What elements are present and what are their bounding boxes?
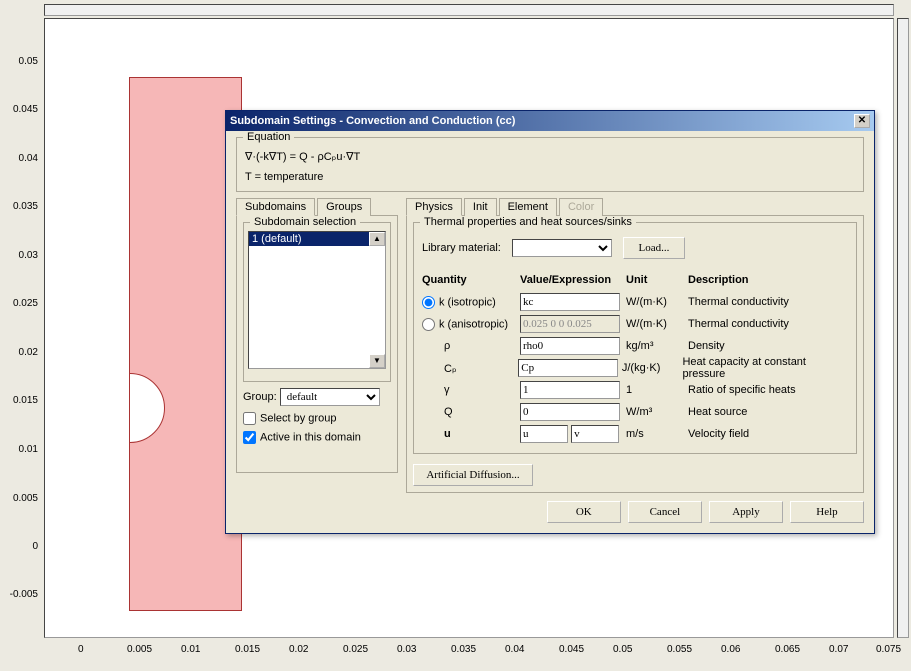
x-tick: 0.005	[127, 644, 152, 655]
desc-u: Velocity field	[688, 428, 749, 440]
input-gamma[interactable]	[520, 381, 620, 399]
apply-button[interactable]: Apply	[709, 501, 783, 523]
desc-q: Heat source	[688, 406, 747, 418]
desc-kani: Thermal conductivity	[688, 318, 789, 330]
close-button[interactable]: ✕	[854, 114, 870, 128]
hdr-quantity: Quantity	[422, 274, 520, 286]
y-tick: 0.05	[0, 56, 38, 67]
desc-rho: Density	[688, 340, 725, 352]
group-select[interactable]: default	[280, 388, 380, 406]
artificial-diffusion-button[interactable]: Artificial Diffusion...	[413, 464, 533, 486]
subdomain-list[interactable]: 1 (default) ▲ ▼	[248, 231, 386, 369]
input-v[interactable]	[571, 425, 619, 443]
y-tick: 0.01	[0, 444, 38, 455]
x-tick: 0.045	[559, 644, 584, 655]
tab-subdomains[interactable]: Subdomains	[236, 198, 315, 216]
y-tick: 0	[0, 541, 38, 552]
domain-cutout	[129, 373, 165, 443]
label-q: Q	[422, 406, 520, 418]
hdr-unit: Unit	[626, 274, 688, 286]
input-cp[interactable]	[518, 359, 618, 377]
y-tick: 0.03	[0, 250, 38, 261]
x-tick: 0.05	[613, 644, 632, 655]
y-tick: 0.035	[0, 201, 38, 212]
subdomain-selection-legend: Subdomain selection	[250, 216, 360, 228]
unit-u: m/s	[626, 428, 688, 440]
x-tick: 0.06	[721, 644, 740, 655]
list-item[interactable]: 1 (default)	[249, 232, 385, 246]
unit-gamma: 1	[626, 384, 688, 396]
tab-physics[interactable]: Physics	[406, 198, 462, 216]
input-k-isotropic[interactable]	[520, 293, 620, 311]
label-gamma: γ	[422, 384, 520, 396]
input-u[interactable]	[520, 425, 568, 443]
unit-kiso: W/(m·K)	[626, 296, 688, 308]
equation-legend: Equation	[243, 131, 294, 143]
x-tick: 0.07	[829, 644, 848, 655]
thermal-props-legend: Thermal properties and heat sources/sink…	[420, 216, 636, 228]
desc-cp: Heat capacity at constant pressure	[682, 356, 848, 380]
library-material-select[interactable]	[512, 239, 612, 257]
x-tick: 0.03	[397, 644, 416, 655]
y-tick: 0.04	[0, 153, 38, 164]
y-tick: 0.025	[0, 298, 38, 309]
x-tick: 0.04	[505, 644, 524, 655]
dialog-title: Subdomain Settings - Convection and Cond…	[230, 115, 515, 127]
y-tick: 0.045	[0, 104, 38, 115]
label-u: u	[422, 428, 520, 440]
dialog-titlebar[interactable]: Subdomain Settings - Convection and Cond…	[226, 111, 874, 131]
y-tick: 0.005	[0, 493, 38, 504]
tab-groups[interactable]: Groups	[317, 198, 371, 216]
x-tick: 0	[78, 644, 84, 655]
input-rho[interactable]	[520, 337, 620, 355]
x-tick: 0.02	[289, 644, 308, 655]
y-tick: 0.02	[0, 347, 38, 358]
x-tick: 0.055	[667, 644, 692, 655]
x-tick: 0.015	[235, 644, 260, 655]
library-material-label: Library material:	[422, 242, 501, 254]
chk-select-by-group[interactable]: Select by group	[243, 412, 336, 425]
tab-element[interactable]: Element	[499, 198, 557, 216]
desc-kiso: Thermal conductivity	[688, 296, 789, 308]
unit-q: W/m³	[626, 406, 688, 418]
help-button[interactable]: Help	[790, 501, 864, 523]
hdr-desc: Description	[688, 274, 749, 286]
label-cp: Cₚ	[422, 362, 518, 375]
hdr-value: Value/Expression	[520, 274, 626, 286]
desc-gamma: Ratio of specific heats	[688, 384, 796, 396]
scrollbar-vertical[interactable]	[897, 18, 909, 638]
y-tick: -0.005	[0, 589, 38, 600]
ruler-horizontal	[44, 4, 894, 16]
load-button[interactable]: Load...	[623, 237, 685, 259]
x-tick: 0.025	[343, 644, 368, 655]
subdomain-settings-dialog: Subdomain Settings - Convection and Cond…	[225, 110, 875, 534]
tab-color: Color	[559, 198, 603, 216]
radio-k-anisotropic[interactable]: k (anisotropic)	[422, 318, 508, 331]
cancel-button[interactable]: Cancel	[628, 501, 702, 523]
unit-kani: W/(m·K)	[626, 318, 688, 330]
radio-k-isotropic[interactable]: k (isotropic)	[422, 296, 496, 309]
x-tick: 0.075	[876, 644, 901, 655]
x-tick: 0.01	[181, 644, 200, 655]
input-k-anisotropic	[520, 315, 620, 333]
group-label: Group:	[243, 391, 277, 403]
list-scroll-down[interactable]: ▼	[369, 354, 385, 368]
label-rho: ρ	[422, 340, 520, 352]
chk-active-in-domain[interactable]: Active in this domain	[243, 431, 361, 444]
equation-text-1: ∇·(-k∇T) = Q - ρCₚu·∇T	[245, 150, 855, 163]
input-q[interactable]	[520, 403, 620, 421]
equation-text-2: T = temperature	[245, 171, 855, 183]
y-tick: 0.015	[0, 395, 38, 406]
equation-group: Equation ∇·(-k∇T) = Q - ρCₚu·∇T T = temp…	[236, 137, 864, 192]
unit-cp: J/(kg·K)	[622, 362, 683, 374]
x-tick: 0.065	[775, 644, 800, 655]
x-tick: 0.035	[451, 644, 476, 655]
ok-button[interactable]: OK	[547, 501, 621, 523]
tab-init[interactable]: Init	[464, 198, 497, 216]
unit-rho: kg/m³	[626, 340, 688, 352]
list-scroll-up[interactable]: ▲	[369, 232, 385, 246]
